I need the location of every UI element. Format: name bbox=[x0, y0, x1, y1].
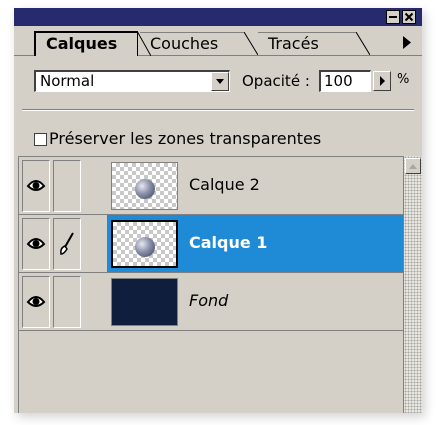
divider bbox=[22, 109, 414, 111]
visibility-toggle[interactable] bbox=[22, 160, 50, 212]
edit-indicator[interactable] bbox=[53, 218, 81, 270]
close-icon[interactable] bbox=[402, 10, 416, 24]
preserve-transparency-checkbox[interactable] bbox=[34, 133, 47, 146]
eye-icon bbox=[26, 180, 46, 191]
opacity-value: 100 bbox=[324, 72, 353, 90]
edit-indicator[interactable] bbox=[53, 160, 81, 212]
layer-name: Fond bbox=[189, 291, 229, 310]
tab-edge bbox=[137, 31, 151, 56]
layers-list: Calque 2 Calque 1 Fond bbox=[18, 156, 404, 413]
visibility-toggle[interactable] bbox=[22, 276, 50, 328]
tab-traces[interactable]: Tracés bbox=[258, 32, 370, 55]
blend-mode-value: Normal bbox=[40, 72, 95, 90]
visibility-toggle[interactable] bbox=[22, 218, 50, 270]
paintbrush-icon bbox=[60, 232, 74, 255]
sphere-image bbox=[135, 179, 155, 199]
layer-thumbnail bbox=[111, 162, 178, 210]
tab-calques[interactable]: Calques bbox=[34, 31, 151, 56]
layer-thumbnail bbox=[111, 278, 178, 326]
edit-indicator[interactable] bbox=[53, 276, 81, 328]
tab-edge bbox=[356, 32, 370, 55]
eye-icon bbox=[26, 238, 46, 249]
eye-icon bbox=[26, 296, 46, 307]
layer-thumbnail bbox=[111, 220, 178, 268]
preserve-transparency-label[interactable]: Préserver les zones transparentes bbox=[49, 128, 321, 150]
panel-menu-arrow-icon[interactable] bbox=[400, 32, 414, 53]
tab-edge bbox=[244, 32, 258, 55]
layer-row-calque-2[interactable]: Calque 2 bbox=[19, 157, 404, 215]
opacity-label: Opacité : bbox=[242, 72, 310, 90]
minimize-icon[interactable] bbox=[386, 10, 400, 24]
tab-couches[interactable]: Couches bbox=[140, 32, 258, 55]
opacity-input[interactable]: 100 bbox=[319, 70, 371, 92]
blend-mode-select[interactable]: Normal bbox=[34, 70, 230, 92]
tab-calques-label: Calques bbox=[46, 34, 118, 53]
tab-traces-label: Tracés bbox=[268, 34, 319, 53]
layer-row-calque-1[interactable]: Calque 1 bbox=[19, 215, 404, 273]
layer-row-fond[interactable]: Fond bbox=[19, 273, 404, 331]
scroll-up-arrow-icon[interactable] bbox=[405, 158, 421, 174]
opacity-slider-arrow-icon[interactable] bbox=[373, 71, 391, 91]
layer-name: Calque 2 bbox=[189, 175, 260, 194]
palette-title-bar[interactable] bbox=[14, 8, 422, 26]
layers-palette: Couches Tracés Calques Normal Opacité : … bbox=[14, 8, 422, 413]
sphere-image bbox=[135, 237, 155, 257]
layers-scrollbar[interactable] bbox=[403, 156, 422, 413]
tab-couches-label: Couches bbox=[150, 34, 219, 53]
dropdown-arrow-icon[interactable] bbox=[211, 72, 229, 91]
opacity-unit: % bbox=[397, 72, 410, 87]
layer-name: Calque 1 bbox=[189, 233, 268, 252]
